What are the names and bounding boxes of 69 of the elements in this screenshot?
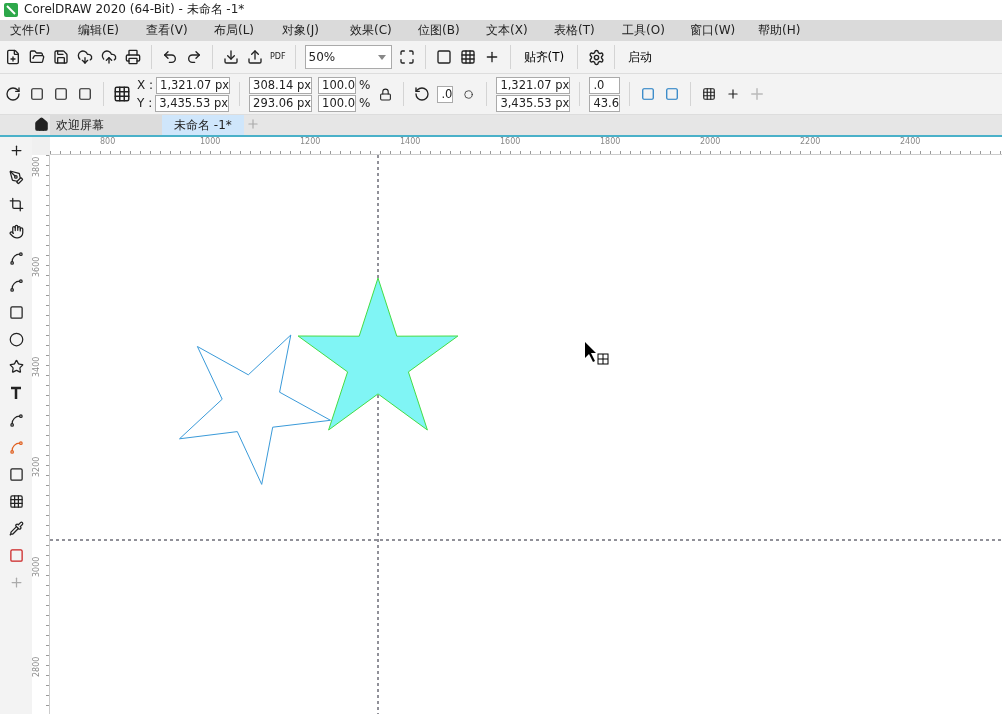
snap-dropdown[interactable]: 贴齐(T) [519,48,569,66]
percent-label: % [359,96,371,111]
percent-label: % [359,78,371,93]
new-document-icon[interactable] [4,48,22,67]
ellipse-icon[interactable] [7,330,25,348]
ruler-label: 1800 [600,137,621,146]
rotation-icon [413,85,432,104]
window-title: CorelDRAW 2020 (64-Bit) - 未命名 -1* [24,1,245,19]
settings-icon[interactable] [587,48,606,67]
skew-field[interactable]: .0 [589,76,620,94]
ruler-label: 800 [100,137,116,146]
rotate-icon[interactable] [4,85,22,104]
menu-item[interactable]: 位图(B) [414,21,478,39]
scale-field[interactable]: 100.0 [318,76,356,94]
menu-item[interactable]: 对象(J) [278,21,342,39]
ruler-label: 3400 [32,356,41,377]
caret-icon[interactable] [377,54,386,60]
print-icon[interactable] [124,48,142,67]
menu-item[interactable]: 文本(X) [482,21,546,39]
rectangle-icon[interactable] [7,303,25,321]
y-field[interactable]: 3,435.53 px [155,94,230,112]
menu-item[interactable]: 效果(C) [346,21,410,39]
menu-item[interactable]: 查看(V) [142,21,206,39]
zoom-dropdown[interactable]: 50% [304,45,392,70]
scale-field[interactable]: 100.0 [318,94,356,112]
pdf-export-button[interactable]: PDF [270,53,286,62]
menu-item[interactable]: 表格(T) [550,21,614,39]
y-label: Y : [137,96,153,111]
height-field[interactable]: 293.06 px [249,94,313,112]
skew-field[interactable]: 43.6 [589,94,620,112]
home-icon[interactable] [32,115,50,134]
ruler-label: 1400 [400,137,421,146]
x-field[interactable]: 1,321.07 px [156,76,231,94]
export-icon[interactable] [246,48,264,67]
crop-icon[interactable] [7,195,25,213]
menu-item[interactable]: 文件(F) [6,21,70,39]
ruler-label: 2200 [800,137,821,146]
menu-item[interactable]: 工具(O) [618,21,682,39]
document-tab[interactable]: 未命名 -1* [162,115,244,135]
rotation-field[interactable]: .0 [437,85,454,103]
ruler-label: 3600 [32,256,41,277]
shape-tool-icon[interactable] [7,168,25,186]
grid-icon[interactable] [458,48,477,67]
menu-item[interactable]: 帮助(H) [754,21,818,39]
eyedropper-icon[interactable] [7,519,25,537]
full-screen-icon[interactable] [397,48,416,67]
x-label: X : [137,78,154,93]
menu-item[interactable]: 编辑(E) [74,21,138,39]
ruler-label: 2800 [32,656,41,677]
ruler-label: 1600 [500,137,521,146]
ruler-label: 2400 [900,137,921,146]
star-icon[interactable] [7,357,25,375]
ruler-label: 1000 [200,137,221,146]
menu-item[interactable]: 窗口(W) [686,21,750,39]
center-x-field[interactable]: 1,321.07 px [496,76,571,94]
ruler-label: 3000 [32,556,41,577]
ruler-label: 3800 [32,156,41,177]
ruler-label: 1200 [300,137,321,146]
menu-item[interactable]: 布局(L) [210,21,274,39]
import-icon[interactable] [222,48,240,67]
center-y-field[interactable]: 3,435.53 px [496,94,571,112]
ruler-label: 2000 [700,137,721,146]
save-icon[interactable] [52,48,70,67]
width-field[interactable]: 308.14 px [249,76,313,94]
document-tab[interactable]: 欢迎屏幕 [50,115,162,135]
ruler-label: 3200 [32,456,41,477]
hand-icon[interactable] [7,222,25,240]
launch-dropdown[interactable]: 启动 [624,48,657,66]
cursor-icon [585,342,609,365]
